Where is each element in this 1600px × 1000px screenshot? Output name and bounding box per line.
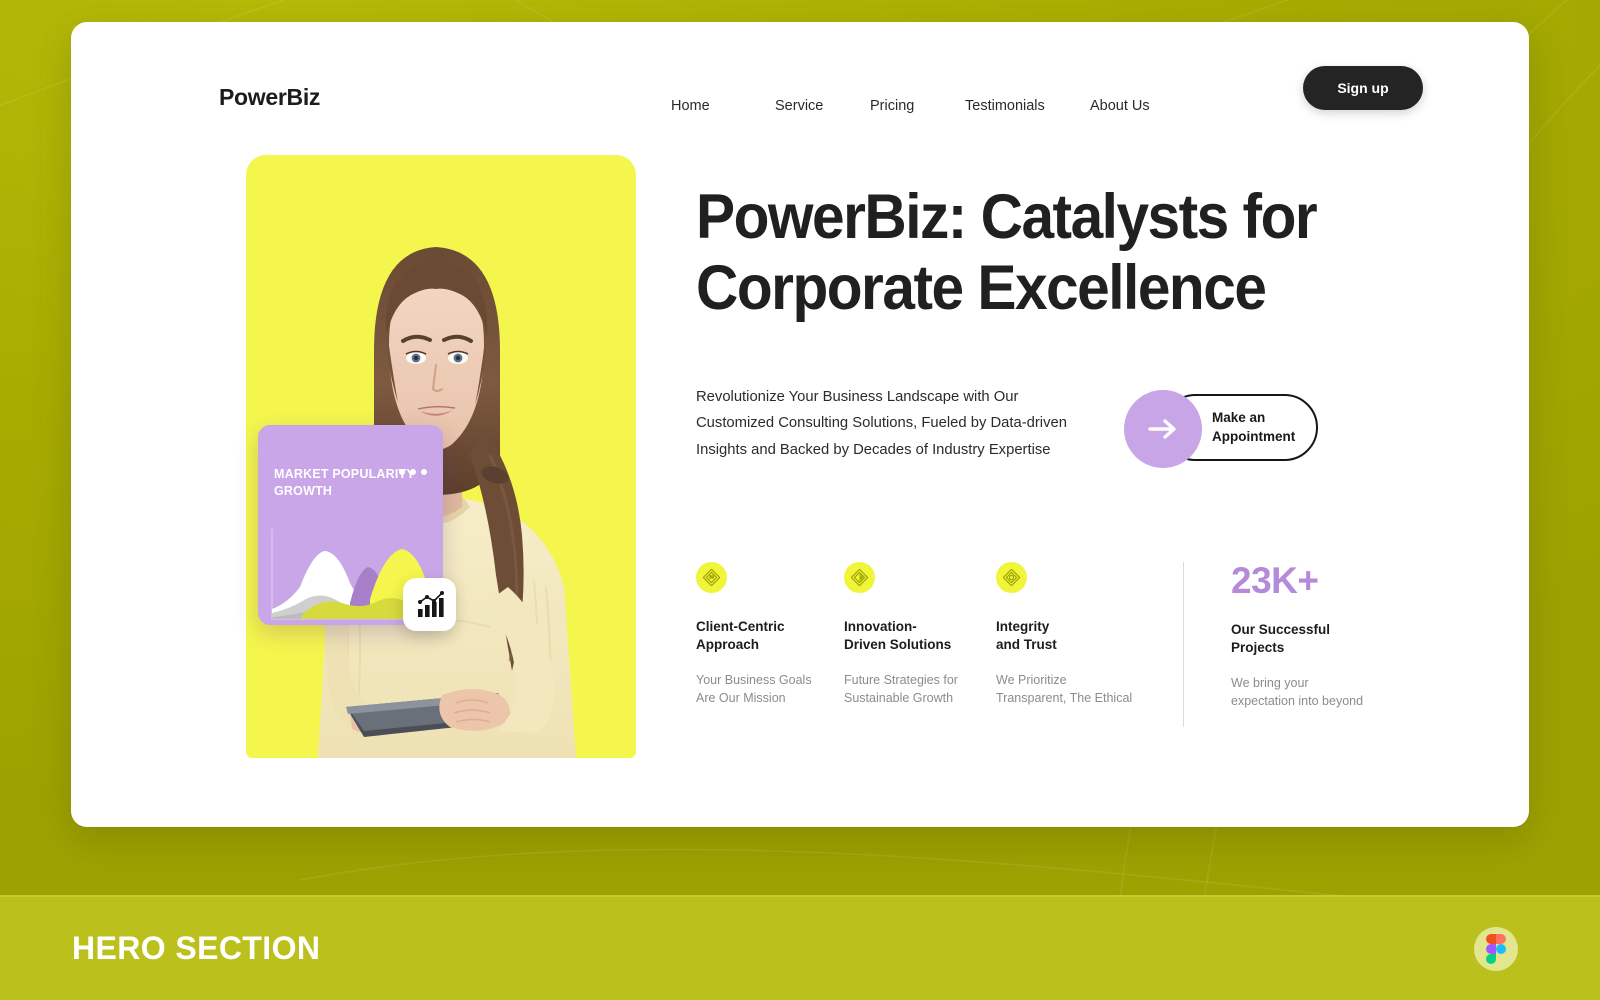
feature-description: We Prioritize Transparent, The Ethical [996, 672, 1133, 705]
stat-title: Our Successful Projects [1231, 622, 1331, 655]
nav-item-about-us[interactable]: About Us [1090, 92, 1200, 120]
hero-content: PowerBiz: Catalysts for Corporate Excell… [696, 182, 1486, 468]
stat-successful-projects: 23K+ Our Successful Projects We bring yo… [1231, 562, 1363, 727]
hero-card: PowerBiz Home Service Pricing Testimonia… [71, 22, 1529, 827]
feature-description: Future Strategies for Sustainable Growth [844, 672, 958, 705]
diamond-badge-icon [696, 562, 727, 593]
feature-integrity-trust: Integrity and Trust We Prioritize Transp… [996, 562, 1161, 727]
bottom-banner: HERO SECTION [0, 895, 1600, 1000]
appointment-cta[interactable]: Make an Appointment [1124, 390, 1319, 468]
feature-title: Integrity and Trust [996, 619, 1057, 652]
primary-navigation: Home Service Pricing Testimonials About … [671, 92, 1200, 120]
navbar: PowerBiz Home Service Pricing Testimonia… [71, 22, 1529, 162]
nav-item-testimonials[interactable]: Testimonials [965, 92, 1090, 120]
diamond-layers-icon [703, 569, 720, 586]
hero-subtext: Revolutionize Your Business Landscape wi… [696, 389, 1067, 458]
nav-item-home[interactable]: Home [671, 92, 775, 120]
figma-logo-icon [1486, 933, 1506, 964]
appointment-arrow-button[interactable] [1124, 390, 1202, 468]
page-title: PowerBiz: Catalysts for Corporate Excell… [696, 182, 1318, 324]
feature-title: Client-Centric Approach [696, 619, 785, 652]
hero-subrow: Revolutionize Your Business Landscape wi… [696, 384, 1486, 468]
feature-innovation-driven: Innovation- Driven Solutions Future Stra… [844, 562, 996, 727]
diamond-coin-icon [1003, 569, 1020, 586]
chart-badge [403, 578, 456, 631]
diamond-split-icon [851, 569, 868, 586]
feature-description: Your Business Goals Are Our Mission [696, 672, 812, 705]
nav-item-service[interactable]: Service [775, 92, 870, 120]
diamond-badge-icon [844, 562, 875, 593]
figma-badge[interactable] [1474, 926, 1518, 971]
arrow-right-icon [1148, 419, 1176, 439]
features-strip: Client-Centric Approach Your Business Go… [696, 562, 1486, 727]
hero-visual: MARKET POPULARITY GROWTH [246, 155, 636, 758]
stat-number: 23K+ [1231, 560, 1319, 601]
signup-button[interactable]: Sign up [1303, 66, 1423, 110]
nav-item-pricing[interactable]: Pricing [870, 92, 965, 120]
banner-title: HERO SECTION [72, 930, 321, 966]
feature-title: Innovation- Driven Solutions [844, 619, 952, 652]
vertical-divider [1183, 562, 1184, 727]
three-dots-icon[interactable] [399, 469, 427, 475]
appointment-button-label: Make an Appointment [1212, 410, 1296, 444]
bar-chart-trend-icon [417, 590, 444, 617]
stat-description: We bring your expectation into beyond [1231, 675, 1364, 708]
brand-logo[interactable]: PowerBiz [219, 84, 320, 111]
diamond-badge-icon [996, 562, 1027, 593]
feature-client-centric: Client-Centric Approach Your Business Go… [696, 562, 844, 727]
